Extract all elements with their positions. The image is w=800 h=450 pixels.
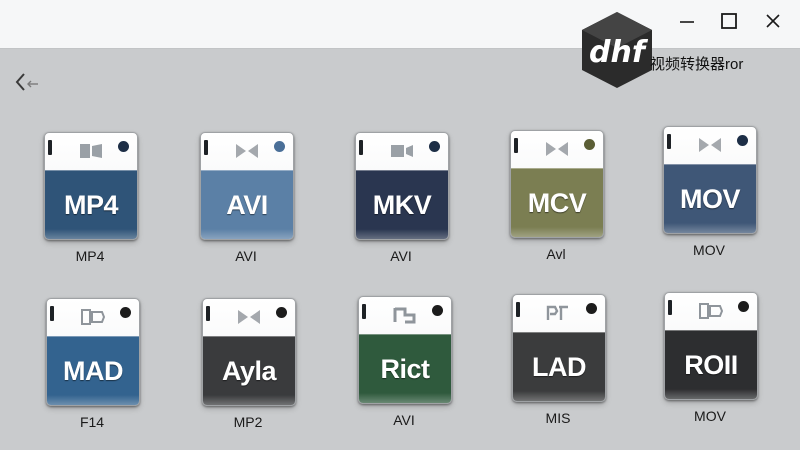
camera-icon (391, 145, 413, 157)
status-dot (584, 139, 595, 150)
format-tile[interactable]: AVI AVI (200, 132, 296, 264)
file-format-icon: MOV (663, 126, 757, 234)
file-clip (514, 138, 518, 153)
format-tile[interactable]: MAD F14 (46, 298, 142, 430)
format-band-label: Ayla (221, 355, 277, 386)
format-caption: AVI (390, 248, 412, 264)
format-band: Ayla (203, 336, 295, 405)
format-band-label: MP4 (63, 189, 119, 220)
format-band: MP4 (45, 170, 137, 239)
status-dot (120, 307, 131, 318)
file-clip (48, 140, 52, 155)
format-tile[interactable]: MOV MOV (663, 126, 759, 258)
format-band: AVI (201, 170, 293, 239)
format-tile[interactable]: LAD MIS (512, 294, 608, 426)
file-format-icon: MP4 (44, 132, 138, 240)
file-clip (667, 134, 671, 149)
file-format-icon: Rict (358, 296, 452, 404)
format-band: MCV (511, 168, 603, 237)
file-clip (516, 302, 520, 317)
bowtie-icon (238, 310, 260, 324)
format-caption: MP2 (233, 414, 263, 430)
format-caption: AVI (235, 248, 257, 264)
status-dot (738, 301, 749, 312)
format-band: MAD (47, 336, 139, 405)
status-dot (737, 135, 748, 146)
photo-icon (699, 303, 724, 319)
format-caption: MIS (545, 410, 571, 426)
status-dot (274, 141, 285, 152)
format-tile[interactable]: MP4 MP4 (44, 132, 140, 264)
file-format-icon: LAD (512, 294, 606, 402)
format-tile[interactable]: MKV AVI (355, 132, 451, 264)
format-tile[interactable]: Rict AVI (358, 296, 454, 428)
bowtie-icon (699, 138, 721, 152)
file-format-icon: Ayla (202, 298, 296, 406)
text-icon (546, 305, 568, 320)
format-band-label: MKV (372, 189, 432, 220)
format-caption: Avl (546, 246, 566, 262)
format-caption: MOV (693, 242, 725, 258)
file-format-icon: AVI (200, 132, 294, 240)
format-band-label: MAD (63, 355, 124, 386)
format-caption: AVI (393, 412, 415, 428)
format-tile[interactable]: Ayla MP2 (202, 298, 298, 430)
format-band-label: AVI (226, 189, 268, 220)
file-clip (206, 306, 210, 321)
format-tile[interactable]: MCV Avl (510, 130, 606, 262)
bowtie-icon (546, 142, 568, 156)
status-dot (276, 307, 287, 318)
file-clip (204, 140, 208, 155)
file-clip (50, 306, 54, 321)
film-icon (80, 144, 102, 158)
format-band-label: MOV (679, 183, 741, 214)
file-clip (359, 140, 363, 155)
status-dot (586, 303, 597, 314)
format-band-label: Rict (380, 353, 430, 384)
status-dot (118, 141, 129, 152)
format-band: ROII (665, 330, 757, 399)
format-caption: MP4 (75, 248, 105, 264)
file-clip (362, 304, 366, 319)
format-band: Rict (359, 334, 451, 403)
format-band: MKV (356, 170, 448, 239)
bowtie-icon (236, 144, 258, 158)
format-grid: MP4 MP4 AVI AVI MKV AVI MCV Avl MOV MOV MAD F14 Ayla… (0, 0, 800, 450)
photo-icon (81, 309, 106, 325)
flag-icon (393, 307, 416, 324)
status-dot (432, 305, 443, 316)
format-tile[interactable]: ROII MOV (664, 292, 760, 424)
format-band-label: LAD (532, 351, 587, 382)
format-caption: MOV (694, 408, 726, 424)
format-band-label: MCV (527, 187, 587, 218)
file-clip (668, 300, 672, 315)
format-band: MOV (664, 164, 756, 233)
file-format-icon: MAD (46, 298, 140, 406)
format-band-label: ROII (684, 349, 738, 380)
format-band: LAD (513, 332, 605, 401)
file-format-icon: MKV (355, 132, 449, 240)
file-format-icon: ROII (664, 292, 758, 400)
format-caption: F14 (79, 414, 105, 430)
status-dot (429, 141, 440, 152)
file-format-icon: MCV (510, 130, 604, 238)
